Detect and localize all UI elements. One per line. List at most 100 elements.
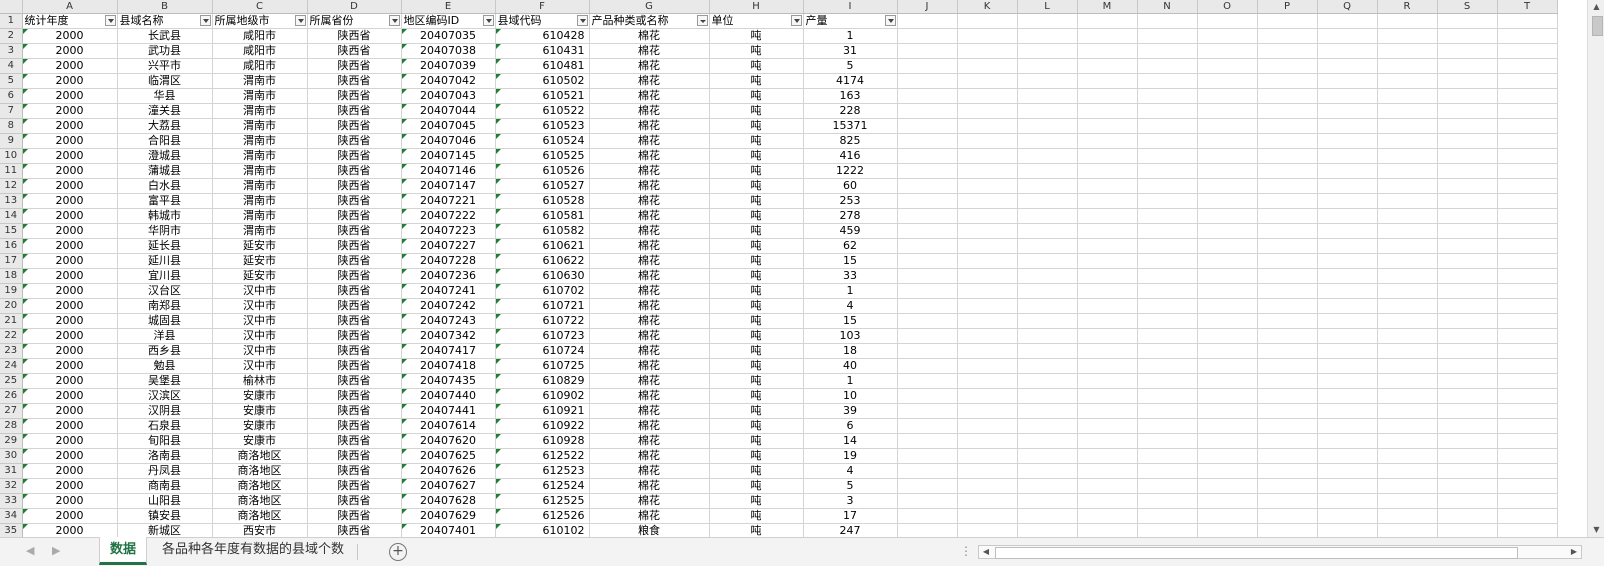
empty-cell[interactable]	[957, 208, 1018, 224]
empty-cell[interactable]	[1437, 163, 1498, 179]
data-cell[interactable]: 汉中市	[212, 343, 308, 359]
data-cell[interactable]: 陕西省	[307, 313, 402, 329]
empty-cell[interactable]	[1377, 448, 1438, 464]
data-cell[interactable]: 20407625	[401, 448, 496, 464]
empty-cell[interactable]	[1497, 223, 1558, 239]
data-cell[interactable]: 汉中市	[212, 298, 308, 314]
data-cell[interactable]: 粮食	[589, 523, 710, 537]
data-cell[interactable]: 20407620	[401, 433, 496, 449]
data-cell[interactable]: 陕西省	[307, 43, 402, 59]
empty-cell[interactable]	[1077, 493, 1138, 509]
empty-cell[interactable]	[957, 523, 1018, 537]
data-cell[interactable]: 新城区	[117, 523, 213, 537]
empty-cell[interactable]	[1257, 313, 1318, 329]
empty-cell[interactable]	[1497, 118, 1558, 134]
data-cell[interactable]: 咸阳市	[212, 58, 308, 74]
empty-cell[interactable]	[1377, 103, 1438, 119]
empty-cell[interactable]	[1017, 58, 1078, 74]
data-cell[interactable]: 612522	[495, 448, 590, 464]
row-header[interactable]: 27	[0, 403, 23, 419]
empty-cell[interactable]	[1077, 433, 1138, 449]
empty-cell[interactable]	[957, 328, 1018, 344]
data-cell[interactable]: 吨	[709, 268, 804, 284]
empty-cell[interactable]	[1437, 118, 1498, 134]
empty-cell[interactable]	[1317, 358, 1378, 374]
empty-cell[interactable]	[1437, 148, 1498, 164]
empty-cell[interactable]	[1197, 268, 1258, 284]
field-header-cell[interactable]: 统计年度	[22, 13, 118, 29]
empty-cell[interactable]	[1197, 298, 1258, 314]
row-header[interactable]: 30	[0, 448, 23, 464]
empty-cell[interactable]	[1137, 403, 1198, 419]
data-cell[interactable]: 渭南市	[212, 148, 308, 164]
data-cell[interactable]: 吨	[709, 298, 804, 314]
data-cell[interactable]: 潼关县	[117, 103, 213, 119]
vertical-scroll-thumb[interactable]	[1592, 16, 1603, 36]
empty-cell[interactable]	[1197, 283, 1258, 299]
empty-cell[interactable]	[1137, 328, 1198, 344]
empty-cell[interactable]	[957, 178, 1018, 194]
empty-cell[interactable]	[1437, 418, 1498, 434]
empty-cell[interactable]	[1497, 343, 1558, 359]
empty-cell[interactable]	[1317, 508, 1378, 524]
data-cell[interactable]: 20407227	[401, 238, 496, 254]
filter-dropdown-icon[interactable]	[199, 15, 211, 26]
data-cell[interactable]: 吨	[709, 28, 804, 44]
sheet-tab-data[interactable]: 数据	[99, 537, 148, 565]
data-cell[interactable]: 40	[803, 358, 898, 374]
empty-cell[interactable]	[1437, 223, 1498, 239]
data-cell[interactable]: 610723	[495, 328, 590, 344]
filter-dropdown-icon[interactable]	[884, 15, 896, 26]
empty-cell[interactable]	[1377, 253, 1438, 269]
data-cell[interactable]: 棉花	[589, 388, 710, 404]
empty-cell[interactable]	[1377, 193, 1438, 209]
data-cell[interactable]: 20407628	[401, 493, 496, 509]
data-cell[interactable]: 612523	[495, 463, 590, 479]
data-cell[interactable]: 安康市	[212, 433, 308, 449]
data-cell[interactable]: 2000	[22, 493, 118, 509]
empty-cell[interactable]	[957, 28, 1018, 44]
empty-cell[interactable]	[1137, 178, 1198, 194]
data-cell[interactable]: 陕西省	[307, 133, 402, 149]
empty-cell[interactable]	[1497, 148, 1558, 164]
data-cell[interactable]: 2000	[22, 223, 118, 239]
empty-cell[interactable]	[1317, 178, 1378, 194]
empty-cell[interactable]	[1017, 343, 1078, 359]
data-cell[interactable]: 汉中市	[212, 328, 308, 344]
empty-cell[interactable]	[1317, 208, 1378, 224]
data-cell[interactable]: 吨	[709, 223, 804, 239]
empty-cell[interactable]	[957, 13, 1018, 29]
data-cell[interactable]: 吨	[709, 433, 804, 449]
empty-cell[interactable]	[1317, 118, 1378, 134]
empty-cell[interactable]	[1077, 178, 1138, 194]
empty-cell[interactable]	[1317, 73, 1378, 89]
data-cell[interactable]: 兴平市	[117, 58, 213, 74]
data-cell[interactable]: 20407042	[401, 73, 496, 89]
data-cell[interactable]: 20407242	[401, 298, 496, 314]
row-header[interactable]: 18	[0, 268, 23, 284]
empty-cell[interactable]	[1437, 463, 1498, 479]
column-header[interactable]: I	[803, 0, 898, 14]
empty-cell[interactable]	[1137, 58, 1198, 74]
empty-cell[interactable]	[1197, 13, 1258, 29]
data-cell[interactable]: 610921	[495, 403, 590, 419]
empty-cell[interactable]	[1197, 343, 1258, 359]
data-cell[interactable]: 西乡县	[117, 343, 213, 359]
data-cell[interactable]: 20407222	[401, 208, 496, 224]
data-cell[interactable]: 吨	[709, 238, 804, 254]
empty-cell[interactable]	[1137, 418, 1198, 434]
empty-cell[interactable]	[1317, 28, 1378, 44]
data-cell[interactable]: 汉中市	[212, 283, 308, 299]
data-cell[interactable]: 2000	[22, 508, 118, 524]
data-cell[interactable]: 4	[803, 463, 898, 479]
data-cell[interactable]: 陕西省	[307, 418, 402, 434]
data-cell[interactable]: 2000	[22, 313, 118, 329]
row-header[interactable]: 19	[0, 283, 23, 299]
empty-cell[interactable]	[1377, 118, 1438, 134]
empty-cell[interactable]	[1437, 298, 1498, 314]
scroll-right-icon[interactable]: ▶	[1567, 546, 1581, 558]
data-cell[interactable]: 棉花	[589, 28, 710, 44]
data-cell[interactable]: 陕西省	[307, 253, 402, 269]
data-cell[interactable]: 416	[803, 148, 898, 164]
empty-cell[interactable]	[1077, 358, 1138, 374]
